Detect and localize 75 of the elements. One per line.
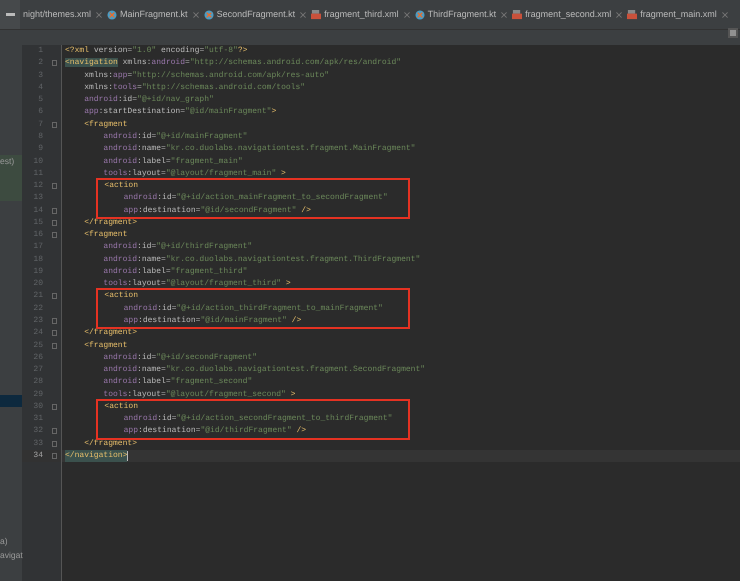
code-line: android:id="@+id/secondFragment": [102, 352, 258, 364]
code-line: <action: [103, 290, 138, 302]
file-icon: [512, 10, 522, 20]
fold-icon[interactable]: [52, 404, 56, 410]
selection-highlight: [0, 395, 22, 407]
code-line: <fragment: [83, 229, 128, 242]
editor-tab[interactable]: night/themes.xml: [20, 0, 104, 29]
code-line: app:destination="@id/mainFragment" />: [122, 314, 302, 327]
code-line: </fragment>: [83, 216, 138, 229]
editor-tab[interactable]: MainFragment.kt: [104, 0, 201, 29]
fold-icon[interactable]: [52, 183, 56, 190]
code-line: app:destination="@id/thirdFragment" />: [122, 425, 306, 438]
code-line: </navigation>: [65, 450, 128, 462]
fold-icon[interactable]: [52, 208, 56, 214]
file-icon: [107, 10, 118, 20]
close-icon[interactable]: [501, 12, 508, 18]
fold-icon[interactable]: [52, 220, 56, 226]
code-line: android:label="fragment_main": [102, 156, 243, 168]
code-line: android:label="fragment_second": [102, 376, 252, 388]
code-line: android:name="kr.co.duolabs.navigationtest.fragment.ThirdFragment": [102, 254, 420, 266]
fold-icon[interactable]: [52, 293, 56, 300]
close-icon[interactable]: [616, 12, 622, 18]
code-line: <?xml version="1.0" encoding="utf-8"?>: [65, 45, 248, 58]
close-icon[interactable]: [192, 12, 199, 18]
close-icon[interactable]: [722, 12, 728, 18]
code-line: tools:layout="@layout/fragment_second" >: [102, 388, 296, 401]
fold-icon[interactable]: [52, 60, 56, 66]
code-line: <navigation xmlns:android="http://schemas.android.com/apk/res/android": [65, 57, 402, 70]
code-line: <action: [103, 180, 138, 192]
fold-icon[interactable]: [52, 342, 56, 348]
code-line: tools:layout="@layout/fragment_third" >: [102, 278, 291, 290]
code-line: android:id="@+id/action_mainFragment_to_secondFragment": [122, 192, 388, 204]
tree-item-label[interactable]: avigat: [0, 549, 23, 561]
code-line: android:id="@+id/action_thirdFragment_to_mainFragment": [122, 302, 383, 315]
editor-tab[interactable]: ThirdFragment.kt: [412, 0, 510, 29]
tree-item-label[interactable]: a): [0, 535, 8, 547]
close-icon[interactable]: [404, 12, 410, 18]
code-line: android:id="@+id/action_secondFragment_to_thirdFragment": [122, 413, 392, 426]
line-number: 34: [33, 450, 43, 462]
code-line: android:id="@+id/thirdFragment": [102, 241, 252, 254]
code-line: <action: [103, 400, 138, 413]
code-line: <fragment: [83, 118, 128, 131]
file-icon: [627, 10, 638, 20]
code-line: </fragment>: [83, 327, 138, 340]
fold-icon[interactable]: [52, 452, 56, 459]
file-icon: [414, 10, 425, 20]
code-line: app:destination="@id/secondFragment" />: [122, 204, 311, 217]
fold-icon[interactable]: [52, 428, 56, 434]
code-line: tools:layout="@layout/fragment_main" >: [102, 168, 286, 180]
code-line: xmlns:tools="http://schemas.android.com/tools": [83, 82, 306, 94]
file-icon: [204, 10, 214, 20]
code-line: android:name="kr.co.duolabs.navigationtest.fragment.MainFragment": [102, 143, 416, 156]
code-line: </fragment>: [83, 438, 138, 450]
code-line: android:id="@+id/nav_graph": [83, 94, 214, 106]
code-line: android:label="fragment_third": [102, 266, 248, 278]
fold-icon[interactable]: [52, 440, 56, 447]
file-icon: [311, 10, 322, 20]
editor-tab[interactable]: SecondFragment.kt: [200, 0, 308, 29]
code-line: <fragment: [83, 340, 128, 352]
code-line: app:startDestination="@id/mainFragment">: [83, 106, 276, 118]
editor-tab[interactable]: fragment_second.xml: [509, 0, 624, 29]
fold-icon[interactable]: [52, 122, 56, 128]
fold-icon[interactable]: [52, 330, 56, 336]
close-icon[interactable]: [96, 12, 102, 18]
code-line: xmlns:app="http://schemas.android.com/apk/res-auto": [83, 70, 330, 82]
fold-icon[interactable]: [52, 232, 56, 238]
list-icon[interactable]: [728, 28, 738, 38]
editor-tab[interactable]: fragment_third.xml: [308, 0, 412, 29]
tree-item-label[interactable]: est): [0, 155, 14, 167]
collapse-icon[interactable]: [6, 13, 14, 16]
close-icon[interactable]: [300, 12, 306, 18]
code-line: android:name="kr.co.duolabs.navigationtest.fragment.SecondFragment": [102, 364, 426, 376]
editor-tab[interactable]: fragment_main.xml: [624, 0, 730, 29]
fold-icon[interactable]: [52, 318, 56, 324]
code-line: android:id="@+id/mainFragment": [102, 130, 248, 143]
